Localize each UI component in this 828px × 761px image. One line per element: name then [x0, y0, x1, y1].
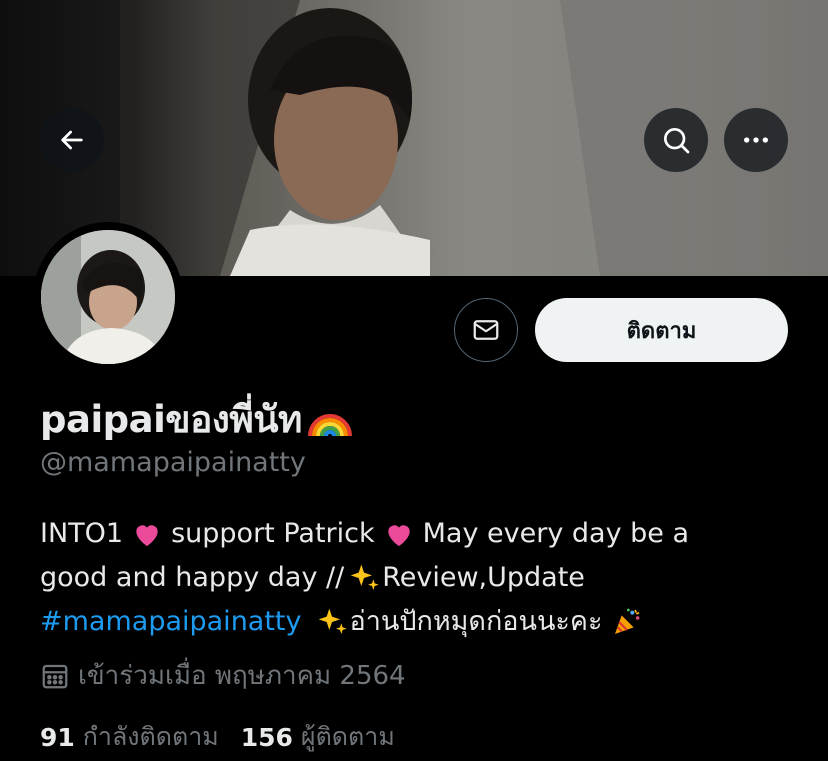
bio-text: good and happy day // [40, 562, 345, 593]
bio-text: INTO1 [40, 518, 124, 549]
handle: @mamapaipainatty [40, 447, 306, 478]
following-count: 91 [40, 722, 75, 752]
message-button[interactable] [454, 298, 518, 362]
followers-link[interactable]: 156 ผู้ติดตาม [241, 717, 395, 757]
bio-text: อ่านปักหมุดก่อนนะคะ [349, 606, 603, 637]
sparkles-emoji [350, 564, 379, 590]
joined-date: เข้าร่วมเมื่อ พฤษภาคม 2564 [40, 655, 406, 696]
sparkles-emoji [318, 608, 347, 634]
follow-button[interactable]: ติดตาม [535, 298, 788, 362]
search-button[interactable] [644, 108, 708, 172]
hashtag-link[interactable]: #mamapaipainatty [40, 600, 302, 644]
followers-count: 156 [240, 722, 293, 752]
search-icon [664, 127, 690, 154]
bio-line-2: good and happy day // Review,Update [40, 556, 800, 600]
bio-line-1: INTO1 support Patrick May every day be a [40, 512, 800, 556]
follow-stats: 91 กำลังติดตาม 156 ผู้ติดตาม [40, 717, 417, 757]
bio-text: support Patrick [171, 518, 375, 549]
following-link[interactable]: 91 กำลังติดตาม [40, 717, 219, 757]
party-popper-emoji [614, 608, 639, 634]
avatar-photo [41, 230, 175, 364]
following-label: กำลังติดตาม [82, 722, 219, 751]
back-button[interactable] [40, 108, 104, 172]
avatar-button[interactable] [33, 222, 183, 372]
calendar-icon [42, 664, 68, 688]
rainbow-emoji [307, 413, 352, 436]
followers-label: ผู้ติดตาม [300, 722, 395, 751]
bio-text: Review,Update [382, 562, 585, 593]
bio-line-3: #mamapaipainatty อ่านปักหมุดก่อนนะคะ [40, 600, 800, 644]
pink-heart-emoji [136, 525, 158, 546]
display-name-text: paipaiของพี่นัท [40, 398, 302, 441]
pink-heart-emoji [387, 525, 410, 546]
arrow-left-icon [61, 130, 83, 150]
mail-icon [473, 320, 499, 340]
bio-text: May every day be a [422, 518, 690, 549]
display-name: paipaiของพี่นัท [40, 390, 354, 449]
more-horizontal-icon [744, 137, 768, 143]
bio: INTO1 support Patrick May every day be a… [40, 512, 800, 644]
more-options-button[interactable] [724, 108, 788, 172]
joined-text: เข้าร่วมเมื่อ พฤษภาคม 2564 [78, 661, 406, 691]
avatar [41, 230, 175, 364]
